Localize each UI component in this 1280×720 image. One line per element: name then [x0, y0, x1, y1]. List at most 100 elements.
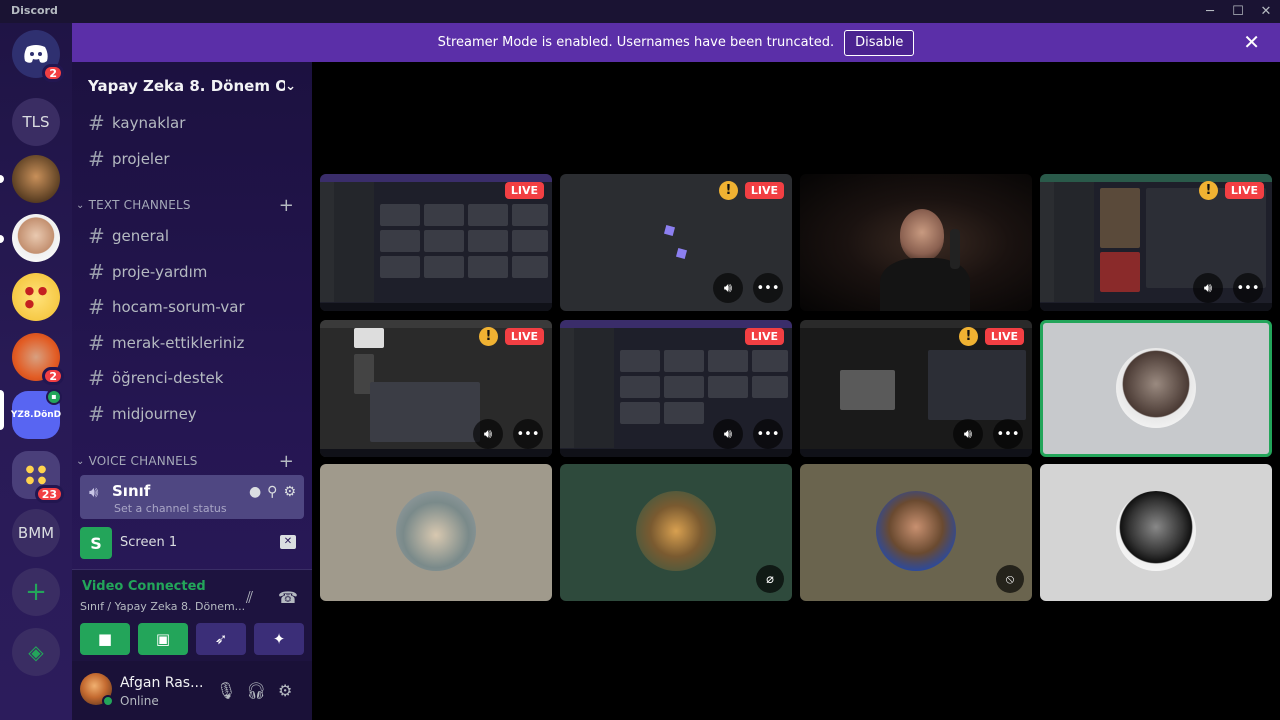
- stream-tile[interactable]: ! LIVE 🔊︎ •••: [320, 320, 552, 457]
- stream-tile[interactable]: ! LIVE 🔊︎ •••: [1040, 174, 1272, 311]
- participant-tile[interactable]: [320, 464, 552, 601]
- server-icon-avatar[interactable]: 2: [12, 333, 64, 385]
- stream-tile[interactable]: ! LIVE 🔊︎ •••: [800, 320, 1032, 457]
- microphone-stand: [950, 229, 960, 269]
- live-badge: LIVE: [744, 328, 784, 345]
- more-icon[interactable]: •••: [1233, 273, 1263, 303]
- live-badge: LIVE: [504, 328, 544, 345]
- server-icon-person[interactable]: [12, 214, 60, 262]
- discord-logo-icon: [24, 45, 48, 63]
- server-folder[interactable]: ● ● ● ● 23: [12, 451, 64, 503]
- deafened-icon: ⦸: [996, 565, 1024, 593]
- screen-share-button[interactable]: ▣: [138, 623, 188, 655]
- more-icon[interactable]: •••: [993, 419, 1023, 449]
- volume-icon[interactable]: 🔊︎: [1193, 273, 1223, 303]
- channel-name: proje-yardım: [112, 263, 208, 281]
- participant-tile[interactable]: ⦸: [800, 464, 1032, 601]
- user-panel: Afgan Ras... Online 🎙︎ 🎧︎ ⚙: [72, 661, 312, 720]
- volume-icon[interactable]: 🔊︎: [713, 419, 743, 449]
- camera-button[interactable]: ■: [80, 623, 130, 655]
- gear-icon[interactable]: ⚙: [278, 681, 292, 700]
- warning-icon[interactable]: !: [1199, 181, 1218, 200]
- connection-location[interactable]: Sınıf / Yapay Zeka 8. Dönem...: [80, 600, 245, 613]
- voice-channel-sinif[interactable]: 🔊︎ Sınıf Set a channel status ● ⚲ ⚙: [80, 475, 304, 519]
- channel-projeler[interactable]: # projeler: [80, 143, 304, 175]
- mic-muted-icon: ⌀: [756, 565, 784, 593]
- camera-tile[interactable]: [800, 174, 1032, 311]
- channel-ogrenci-destek[interactable]: # öğrenci-destek: [80, 362, 304, 394]
- channel-proje-yardim[interactable]: # proje-yardım: [80, 256, 304, 288]
- text-channels-category[interactable]: ⌄ TEXT CHANNELS +: [72, 195, 312, 216]
- channel-kaynaklar[interactable]: # kaynaklar: [80, 107, 304, 139]
- warning-icon[interactable]: !: [479, 327, 498, 346]
- create-channel-icon[interactable]: +: [279, 195, 294, 216]
- hash-icon: #: [88, 331, 105, 355]
- loading-square: [675, 247, 688, 260]
- plus-icon: +: [25, 577, 47, 607]
- server-yz8[interactable]: YZ8.DönD ▪: [11, 389, 62, 439]
- stream-tile[interactable]: LIVE 🔊︎ •••: [560, 320, 792, 457]
- stream-stop-icon[interactable]: ✕: [280, 535, 296, 549]
- headphones-icon[interactable]: 🎧︎: [246, 681, 266, 700]
- invite-icon[interactable]: ⚲: [267, 484, 277, 500]
- participant-tile[interactable]: ⌀: [560, 464, 792, 601]
- home-button[interactable]: 2: [12, 30, 64, 82]
- banner-close-icon[interactable]: ✕: [1243, 30, 1260, 54]
- status-dot: [102, 695, 114, 707]
- server-header[interactable]: Yapay Zeka 8. Dönem Online ⌄: [72, 62, 312, 110]
- window-close-icon[interactable]: ✕: [1250, 0, 1280, 23]
- member-name: Screen 1: [120, 535, 178, 550]
- disconnect-icon[interactable]: ☎: [278, 588, 298, 607]
- chevron-down-icon: ⌄: [285, 78, 296, 94]
- more-icon[interactable]: •••: [753, 273, 783, 303]
- discover-button[interactable]: ◈: [12, 628, 60, 676]
- participant-tile[interactable]: [1040, 464, 1272, 601]
- warning-icon[interactable]: !: [719, 181, 738, 200]
- volume-icon[interactable]: 🔊︎: [713, 273, 743, 303]
- add-server-button[interactable]: +: [12, 568, 60, 616]
- stream-tile[interactable]: LIVE: [320, 174, 552, 311]
- live-badge: LIVE: [984, 328, 1024, 345]
- channel-status-input[interactable]: Set a channel status: [114, 502, 227, 515]
- connection-status[interactable]: Video Connected: [82, 579, 206, 594]
- more-icon[interactable]: •••: [513, 419, 543, 449]
- server-icon-tiger[interactable]: [12, 155, 60, 203]
- title-bar: Discord ─ ☐ ✕: [0, 0, 1280, 23]
- hash-icon: #: [88, 224, 105, 248]
- volume-icon[interactable]: 🔊︎: [473, 419, 503, 449]
- warning-icon[interactable]: !: [959, 327, 978, 346]
- hash-icon: #: [88, 402, 105, 426]
- noise-suppression-icon[interactable]: ⫽: [246, 588, 253, 608]
- live-badge: LIVE: [1224, 182, 1264, 199]
- participant-tile-speaking[interactable]: [1040, 320, 1272, 457]
- folder-icons: ● ● ● ●: [25, 464, 47, 486]
- channel-name: general: [112, 227, 170, 245]
- server-tls[interactable]: TLS: [12, 98, 60, 146]
- hash-icon: #: [88, 366, 105, 390]
- participant-avatar: [1116, 491, 1196, 571]
- user-name[interactable]: Afgan Ras...: [120, 675, 203, 691]
- soundboard-button[interactable]: ✦: [254, 623, 304, 655]
- channel-merak-ettikleriniz[interactable]: # merak-ettikleriniz: [80, 327, 304, 359]
- avatar: S: [80, 527, 112, 559]
- chat-bubble-icon[interactable]: ●: [249, 484, 261, 500]
- unread-pill: [0, 235, 4, 243]
- voice-member[interactable]: S Screen 1 ✕: [80, 525, 304, 561]
- loading-square: [663, 224, 676, 237]
- microphone-icon[interactable]: 🎙︎: [216, 681, 236, 700]
- create-channel-icon[interactable]: +: [279, 451, 294, 472]
- disable-button[interactable]: Disable: [844, 29, 915, 56]
- more-icon[interactable]: •••: [753, 419, 783, 449]
- activity-button[interactable]: ➶: [196, 623, 246, 655]
- server-bmm[interactable]: BMM: [12, 509, 60, 557]
- rocket-icon: ➶: [214, 630, 228, 648]
- channel-hocam-sorum-var[interactable]: # hocam-sorum-var: [80, 291, 304, 323]
- volume-icon[interactable]: 🔊︎: [953, 419, 983, 449]
- gear-icon[interactable]: ⚙: [283, 484, 296, 500]
- channel-name: midjourney: [112, 405, 197, 423]
- server-icon-pizza[interactable]: ● ● ●: [12, 273, 60, 321]
- channel-midjourney[interactable]: # midjourney: [80, 398, 304, 430]
- channel-general[interactable]: # general: [80, 220, 304, 252]
- voice-channels-category[interactable]: ⌄ VOICE CHANNELS +: [72, 451, 312, 472]
- stream-tile[interactable]: ! LIVE 🔊︎ •••: [560, 174, 792, 311]
